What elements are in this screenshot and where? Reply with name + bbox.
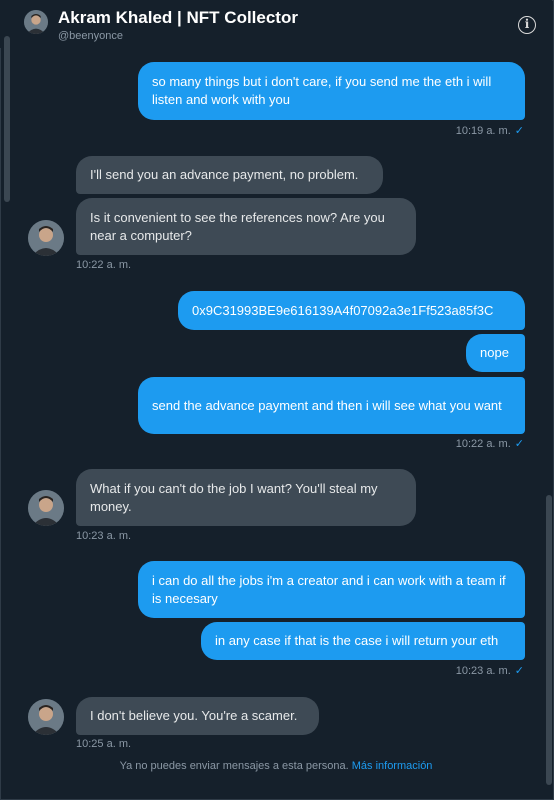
message-outgoing[interactable]: so many things but i don't care, if you … xyxy=(138,62,525,120)
message-outgoing[interactable]: send the advance payment and then i will… xyxy=(138,377,525,434)
read-check-icon: ✓ xyxy=(514,438,524,450)
message-incoming[interactable]: I don't believe you. You're a scamer. xyxy=(76,697,319,735)
message-outgoing[interactable]: 0x9C31993BE9e616139A4f07092a3e1Ff523a85f… xyxy=(178,291,525,330)
message-incoming[interactable]: I'll send you an advance payment, no pro… xyxy=(76,156,383,194)
message-timestamp: 10:19 a. m. ✓ xyxy=(455,125,524,137)
message-outgoing[interactable]: in any case if that is the case i will r… xyxy=(201,622,525,660)
blocked-notice: Ya no puedes enviar mensajes a esta pers… xyxy=(119,760,349,772)
message-incoming[interactable]: Is it convenient to see the references n… xyxy=(76,198,416,255)
message-timestamp: 10:23 a. m. xyxy=(76,530,132,542)
message-text: in any case if that is the case i will r… xyxy=(215,633,499,648)
more-info-link[interactable]: Más información xyxy=(352,760,433,772)
conversation-title[interactable]: Akram Khaled | NFT Collector xyxy=(58,8,298,28)
message-text: nope xyxy=(480,345,509,360)
message-outgoing[interactable]: i can do all the jobs i'm a creator and … xyxy=(138,561,525,618)
message-timestamp: 10:25 a. m. xyxy=(76,738,132,750)
header-avatar[interactable] xyxy=(24,10,48,34)
scrollbar-thumb[interactable] xyxy=(546,495,552,785)
sender-avatar[interactable] xyxy=(28,490,64,526)
conversation-handle: @beenyonce xyxy=(58,30,123,42)
read-check-icon: ✓ xyxy=(514,125,524,137)
left-scrollbar-thumb[interactable] xyxy=(4,36,10,202)
sender-avatar[interactable] xyxy=(28,699,64,735)
sender-avatar[interactable] xyxy=(28,220,64,256)
message-timestamp: 10:22 a. m. ✓ xyxy=(455,438,524,450)
message-timestamp: 10:22 a. m. xyxy=(76,259,132,271)
info-icon[interactable]: i xyxy=(518,16,536,34)
message-text: i can do all the jobs i'm a creator and … xyxy=(152,572,506,606)
conversation-footer: Ya no puedes enviar mensajes a esta pers… xyxy=(0,760,552,772)
message-incoming[interactable]: What if you can't do the job I want? You… xyxy=(76,469,416,526)
message-timestamp: 10:23 a. m. ✓ xyxy=(455,665,524,677)
message-text: so many things but i don't care, if you … xyxy=(152,74,492,107)
message-text: send the advance payment and then i will… xyxy=(152,397,502,413)
message-text: I'll send you an advance payment, no pro… xyxy=(90,167,359,182)
conversation-header: Akram Khaled | NFT Collector @beenyonce … xyxy=(0,0,552,48)
message-text: Is it convenient to see the references n… xyxy=(90,209,385,243)
message-text: What if you can't do the job I want? You… xyxy=(90,480,378,514)
message-text: I don't believe you. You're a scamer. xyxy=(90,708,298,723)
read-check-icon: ✓ xyxy=(514,665,524,677)
message-text: 0x9C31993BE9e616139A4f07092a3e1Ff523a85f… xyxy=(192,302,494,318)
message-outgoing[interactable]: nope xyxy=(466,334,525,372)
